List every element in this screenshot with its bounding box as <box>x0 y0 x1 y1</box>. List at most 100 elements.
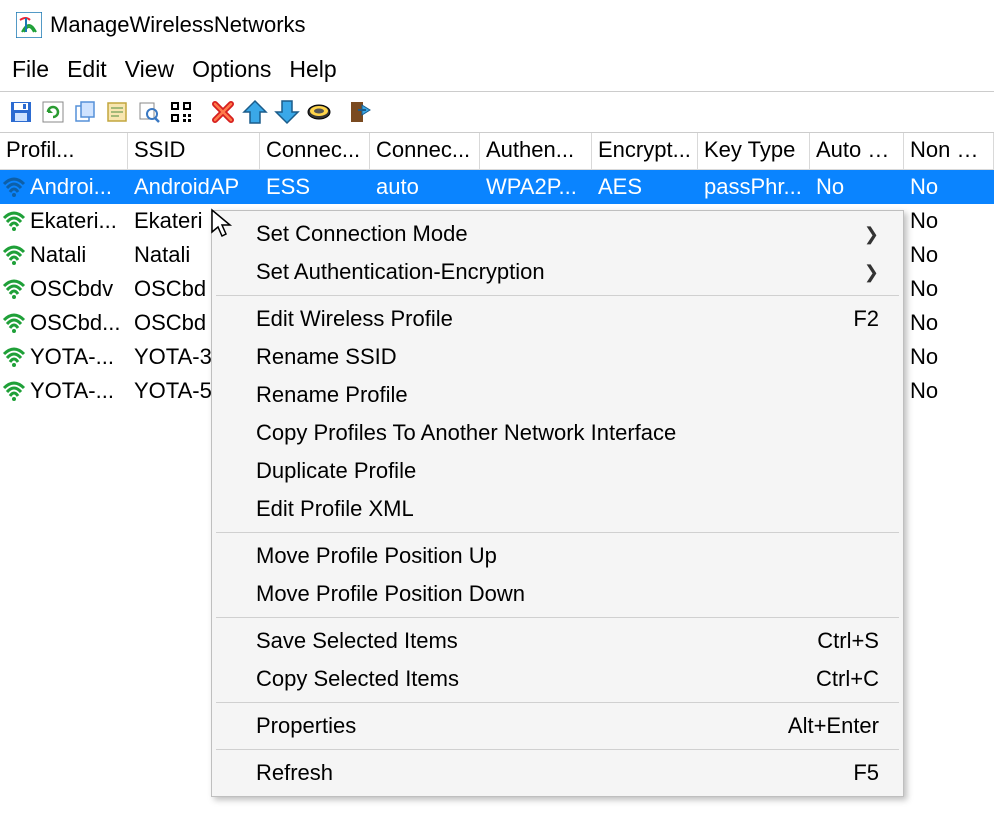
refresh-button[interactable] <box>38 97 68 127</box>
col-auto-switch[interactable]: Auto S... <box>810 133 904 170</box>
cell-non-broadcast[interactable]: No <box>904 204 994 238</box>
ctx-shortcut: Ctrl+S <box>817 628 879 654</box>
wifi-icon <box>2 211 26 231</box>
qr-button[interactable] <box>166 97 196 127</box>
ctx-edit-profile-xml[interactable]: Edit Profile XML <box>212 490 903 528</box>
cell-profile[interactable]: YOTA-... <box>0 340 128 374</box>
ctx-label: Properties <box>256 713 788 739</box>
menu-help[interactable]: Help <box>283 54 342 85</box>
find-button[interactable] <box>134 97 164 127</box>
copy-icon <box>73 100 97 124</box>
move-up-button[interactable] <box>240 97 270 127</box>
col-ssid[interactable]: SSID <box>128 133 260 170</box>
ctx-label: Set Connection Mode <box>256 221 864 247</box>
cell-profile[interactable]: Ekateri... <box>0 204 128 238</box>
ctx-label: Duplicate Profile <box>256 458 879 484</box>
ctx-label: Copy Profiles To Another Network Interfa… <box>256 420 879 446</box>
ctx-label: Refresh <box>256 760 853 786</box>
title-bar: ManageWirelessNetworks <box>0 0 994 50</box>
wifi-icon <box>2 279 26 299</box>
refresh-icon <box>41 100 65 124</box>
ctx-shortcut: F5 <box>853 760 879 786</box>
ctx-move-position-up[interactable]: Move Profile Position Up <box>212 537 903 575</box>
col-profile[interactable]: Profil... <box>0 133 128 170</box>
ctx-label: Edit Profile XML <box>256 496 879 522</box>
cell-profile-text: Androi... <box>30 173 112 201</box>
wifi-icon <box>2 245 26 265</box>
ctx-set-auth-encryption[interactable]: Set Authentication-Encryption ❯ <box>212 253 903 291</box>
cell-profile-text: YOTA-... <box>30 377 114 405</box>
cell-conn-type[interactable]: ESS <box>260 170 370 204</box>
separator <box>216 295 899 296</box>
cell-ssid[interactable]: AndroidAP <box>128 170 260 204</box>
cell-non-broadcast[interactable]: No <box>904 306 994 340</box>
delete-icon <box>210 99 236 125</box>
ctx-shortcut: Alt+Enter <box>788 713 879 739</box>
cell-key-type[interactable]: passPhr... <box>698 170 810 204</box>
move-down-button[interactable] <box>272 97 302 127</box>
ctx-set-connection-mode[interactable]: Set Connection Mode ❯ <box>212 215 903 253</box>
ctx-label: Save Selected Items <box>256 628 817 654</box>
cell-profile[interactable]: OSCbd... <box>0 306 128 340</box>
ctx-label: Set Authentication-Encryption <box>256 259 864 285</box>
cell-profile[interactable]: YOTA-... <box>0 374 128 408</box>
ctx-save-selected-items[interactable]: Save Selected Items Ctrl+S <box>212 622 903 660</box>
wifi-icon <box>2 381 26 401</box>
properties-button[interactable] <box>102 97 132 127</box>
cell-profile-text: OSCbdv <box>30 275 113 303</box>
cell-auto-switch[interactable]: No <box>810 170 904 204</box>
connect-button[interactable] <box>304 97 334 127</box>
cell-non-broadcast[interactable]: No <box>904 272 994 306</box>
col-conn-mode[interactable]: Connec... <box>370 133 480 170</box>
menu-file[interactable]: File <box>6 54 55 85</box>
ctx-rename-profile[interactable]: Rename Profile <box>212 376 903 414</box>
delete-button[interactable] <box>208 97 238 127</box>
cell-non-broadcast[interactable]: No <box>904 374 994 408</box>
chevron-right-icon: ❯ <box>864 262 879 283</box>
ctx-copy-profiles-to-interface[interactable]: Copy Profiles To Another Network Interfa… <box>212 414 903 452</box>
cell-non-broadcast[interactable]: No <box>904 238 994 272</box>
ctx-label: Copy Selected Items <box>256 666 816 692</box>
ctx-label: Move Profile Position Down <box>256 581 879 607</box>
separator <box>216 532 899 533</box>
col-non-broadcast[interactable]: Non B... <box>904 133 994 170</box>
context-menu: Set Connection Mode ❯ Set Authentication… <box>211 210 904 797</box>
cell-encrypt[interactable]: AES <box>592 170 698 204</box>
wifi-icon <box>2 347 26 367</box>
wifi-icon <box>2 313 26 333</box>
exit-button[interactable] <box>346 97 376 127</box>
ctx-duplicate-profile[interactable]: Duplicate Profile <box>212 452 903 490</box>
ctx-copy-selected-items[interactable]: Copy Selected Items Ctrl+C <box>212 660 903 698</box>
cell-non-broadcast[interactable]: No <box>904 340 994 374</box>
cell-non-broadcast[interactable]: No <box>904 170 994 204</box>
cell-auth[interactable]: WPA2P... <box>480 170 592 204</box>
cell-profile[interactable]: OSCbdv <box>0 272 128 306</box>
menu-options[interactable]: Options <box>186 54 277 85</box>
ctx-rename-ssid[interactable]: Rename SSID <box>212 338 903 376</box>
cell-profile[interactable]: Androi... <box>0 170 128 204</box>
menu-edit[interactable]: Edit <box>61 54 113 85</box>
separator <box>216 702 899 703</box>
cell-conn-mode[interactable]: auto <box>370 170 480 204</box>
col-encrypt[interactable]: Encrypt... <box>592 133 698 170</box>
col-auth[interactable]: Authen... <box>480 133 592 170</box>
ctx-move-position-down[interactable]: Move Profile Position Down <box>212 575 903 613</box>
ctx-edit-wireless-profile[interactable]: Edit Wireless Profile F2 <box>212 300 903 338</box>
save-button[interactable] <box>6 97 36 127</box>
connect-icon <box>306 101 332 123</box>
separator <box>216 617 899 618</box>
col-conn-type[interactable]: Connec... <box>260 133 370 170</box>
ctx-shortcut: Ctrl+C <box>816 666 879 692</box>
wifi-icon <box>2 177 26 197</box>
ctx-shortcut: F2 <box>853 306 879 332</box>
ctx-label: Move Profile Position Up <box>256 543 879 569</box>
col-key-type[interactable]: Key Type <box>698 133 810 170</box>
cell-profile-text: YOTA-... <box>30 343 114 371</box>
find-icon <box>137 100 161 124</box>
ctx-properties[interactable]: Properties Alt+Enter <box>212 707 903 745</box>
tool-bar <box>0 91 994 133</box>
copy-button[interactable] <box>70 97 100 127</box>
menu-view[interactable]: View <box>119 54 180 85</box>
ctx-refresh[interactable]: Refresh F5 <box>212 754 903 792</box>
cell-profile[interactable]: Natali <box>0 238 128 272</box>
